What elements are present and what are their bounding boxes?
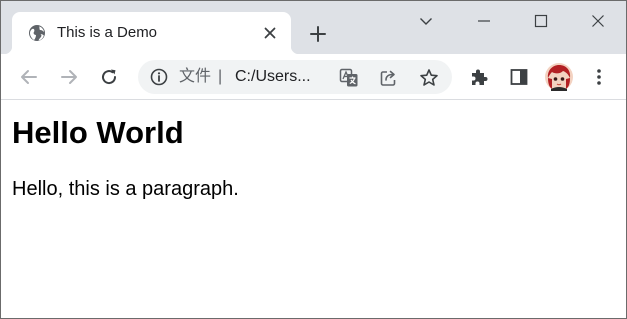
back-arrow-icon[interactable]	[16, 64, 42, 90]
site-info-icon[interactable]	[150, 68, 168, 86]
share-icon[interactable]	[378, 67, 400, 89]
maximize-icon[interactable]	[526, 7, 556, 35]
page-content: Hello World Hello, this is a paragraph.	[1, 101, 626, 318]
tab-title: This is a Demo	[57, 24, 158, 41]
forward-arrow-icon[interactable]	[56, 64, 82, 90]
globe-icon	[28, 24, 46, 42]
scheme-separator: |	[218, 68, 223, 85]
url-text[interactable]: C:/Users...	[235, 68, 311, 86]
translate-icon[interactable]	[338, 67, 360, 89]
tab-close-icon[interactable]	[260, 23, 280, 43]
menu-kebab-icon[interactable]	[586, 64, 612, 90]
minimize-icon[interactable]	[469, 7, 499, 35]
tab-active[interactable]: This is a Demo	[4, 12, 299, 54]
bookmark-star-icon[interactable]	[418, 67, 440, 89]
reload-icon[interactable]	[96, 64, 122, 90]
extensions-puzzle-icon[interactable]	[466, 64, 492, 90]
scheme-label: 文件	[179, 68, 212, 85]
browser-window: This is a Demo 文件 | C:/Users... Hello Wo…	[0, 0, 627, 319]
window-close-icon[interactable]	[583, 7, 613, 35]
page-heading: Hello World	[12, 115, 184, 150]
address-bar[interactable]: 文件 | C:/Users...	[138, 60, 452, 94]
page-paragraph: Hello, this is a paragraph.	[12, 178, 239, 200]
browser-toolbar: 文件 | C:/Users...	[1, 54, 626, 100]
side-panel-icon[interactable]	[506, 64, 532, 90]
new-tab-plus-icon[interactable]	[305, 21, 331, 47]
profile-avatar[interactable]	[545, 63, 573, 91]
tab-strip: This is a Demo	[1, 1, 626, 54]
tab-search-chevron-down-icon[interactable]	[411, 7, 441, 35]
